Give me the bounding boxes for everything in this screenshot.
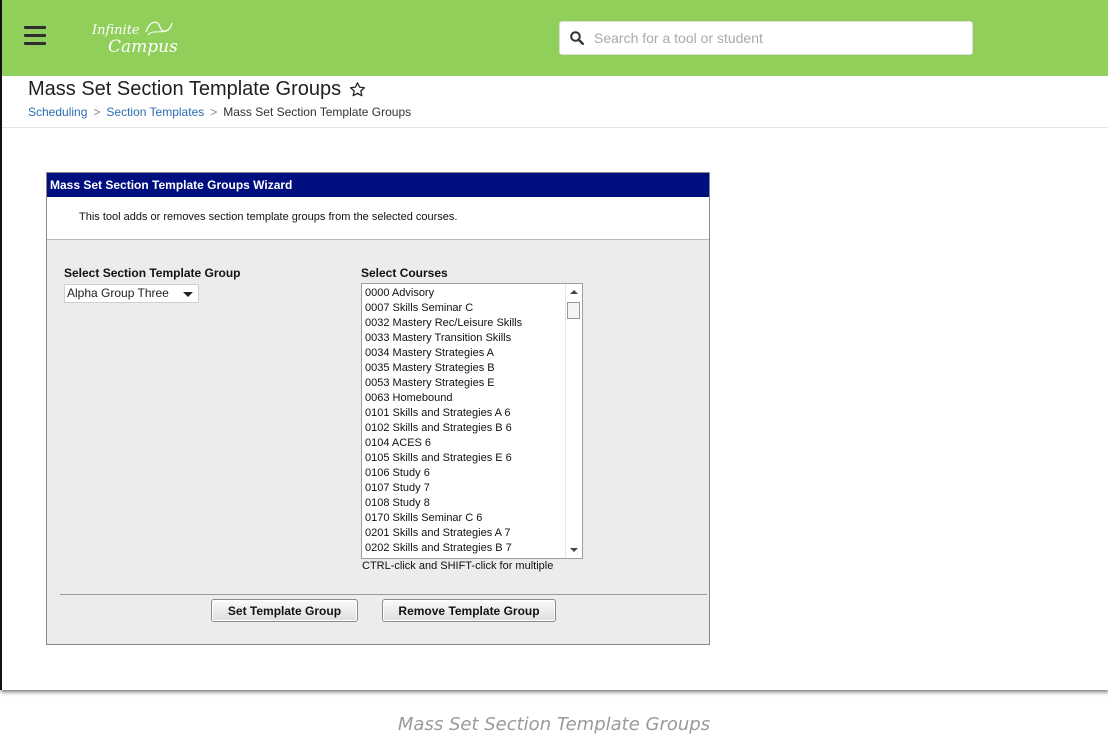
breadcrumb-scheduling[interactable]: Scheduling bbox=[28, 105, 87, 119]
wizard-panel: Mass Set Section Template Groups Wizard … bbox=[46, 172, 710, 645]
star-icon[interactable] bbox=[349, 81, 366, 98]
scrollbar-thumb[interactable] bbox=[567, 302, 580, 319]
scroll-down-icon[interactable] bbox=[570, 548, 578, 552]
wizard-description: This tool adds or removes section templa… bbox=[47, 197, 709, 240]
course-option[interactable]: 0035 Mastery Strategies B bbox=[365, 361, 582, 376]
image-caption: Mass Set Section Template Groups bbox=[397, 714, 711, 735]
logo-text-infinite: Infinite bbox=[92, 23, 140, 38]
set-template-group-button[interactable]: Set Template Group bbox=[211, 599, 358, 622]
course-option[interactable]: 0105 Skills and Strategies E 6 bbox=[365, 451, 582, 466]
app-window: Infinite Campus Mass Set Section Templat… bbox=[0, 0, 1108, 690]
course-option[interactable]: 0007 Skills Seminar C bbox=[365, 301, 582, 316]
course-option[interactable]: 0170 Skills Seminar C 6 bbox=[365, 511, 582, 526]
page-header: Mass Set Section Template Groups Schedul… bbox=[2, 76, 1108, 128]
course-option[interactable]: 0034 Mastery Strategies A bbox=[365, 346, 582, 361]
course-option[interactable]: 0104 ACES 6 bbox=[365, 436, 582, 451]
logo-swoosh-icon bbox=[145, 21, 173, 36]
course-option[interactable]: 0033 Mastery Transition Skills bbox=[365, 331, 582, 346]
top-bar: Infinite Campus bbox=[2, 0, 1108, 76]
multi-select-hint: CTRL-click and SHIFT-click for multiple bbox=[362, 560, 554, 572]
page-title-text: Mass Set Section Template Groups bbox=[28, 78, 342, 100]
course-list: 0000 Advisory 0007 Skills Seminar C 0032 M… bbox=[362, 284, 582, 556]
breadcrumb-current: Mass Set Section Template Groups bbox=[223, 105, 412, 119]
template-group-label: Select Section Template Group bbox=[64, 266, 241, 280]
breadcrumb-separator-icon: > bbox=[93, 105, 101, 119]
breadcrumb: Scheduling > Section Templates > Mass Set Se… bbox=[28, 105, 411, 119]
search-icon bbox=[570, 31, 584, 45]
breadcrumb-section-templates[interactable]: Section Templates bbox=[106, 105, 204, 119]
course-option[interactable]: 0107 Study 7 bbox=[365, 481, 582, 496]
menu-icon[interactable] bbox=[24, 26, 46, 46]
course-option[interactable]: 0201 Skills and Strategies A 7 bbox=[365, 526, 582, 541]
template-group-select[interactable]: Alpha Group Three bbox=[64, 284, 199, 303]
course-option[interactable]: 0202 Skills and Strategies B 7 bbox=[365, 541, 582, 556]
remove-template-group-button[interactable]: Remove Template Group bbox=[382, 599, 556, 622]
course-option[interactable]: 0053 Mastery Strategies E bbox=[365, 376, 582, 391]
search-input[interactable] bbox=[592, 29, 972, 47]
divider bbox=[60, 594, 707, 595]
search-box[interactable] bbox=[559, 21, 973, 55]
scroll-up-icon[interactable] bbox=[570, 290, 578, 294]
chevron-down-icon bbox=[183, 292, 193, 297]
courses-scrollbar[interactable] bbox=[565, 284, 582, 558]
course-option[interactable]: 0102 Skills and Strategies B 6 bbox=[365, 421, 582, 436]
wizard-title: Mass Set Section Template Groups Wizard bbox=[47, 173, 709, 197]
infinite-campus-logo[interactable]: Infinite Campus bbox=[92, 21, 178, 57]
course-option[interactable]: 0108 Study 8 bbox=[365, 496, 582, 511]
course-option[interactable]: 0000 Advisory bbox=[365, 286, 582, 301]
template-group-selected: Alpha Group Three bbox=[67, 286, 169, 300]
course-option[interactable]: 0101 Skills and Strategies A 6 bbox=[365, 406, 582, 421]
courses-label: Select Courses bbox=[361, 266, 448, 280]
course-option[interactable]: 0063 Homebound bbox=[365, 391, 582, 406]
breadcrumb-separator-icon: > bbox=[210, 105, 218, 119]
course-option[interactable]: 0032 Mastery Rec/Leisure Skills bbox=[365, 316, 582, 331]
page-title: Mass Set Section Template Groups bbox=[28, 78, 366, 101]
course-option[interactable]: 0106 Study 6 bbox=[365, 466, 582, 481]
logo-text-campus: Campus bbox=[108, 37, 178, 57]
courses-listbox[interactable]: 0000 Advisory 0007 Skills Seminar C 0032 M… bbox=[361, 283, 583, 559]
